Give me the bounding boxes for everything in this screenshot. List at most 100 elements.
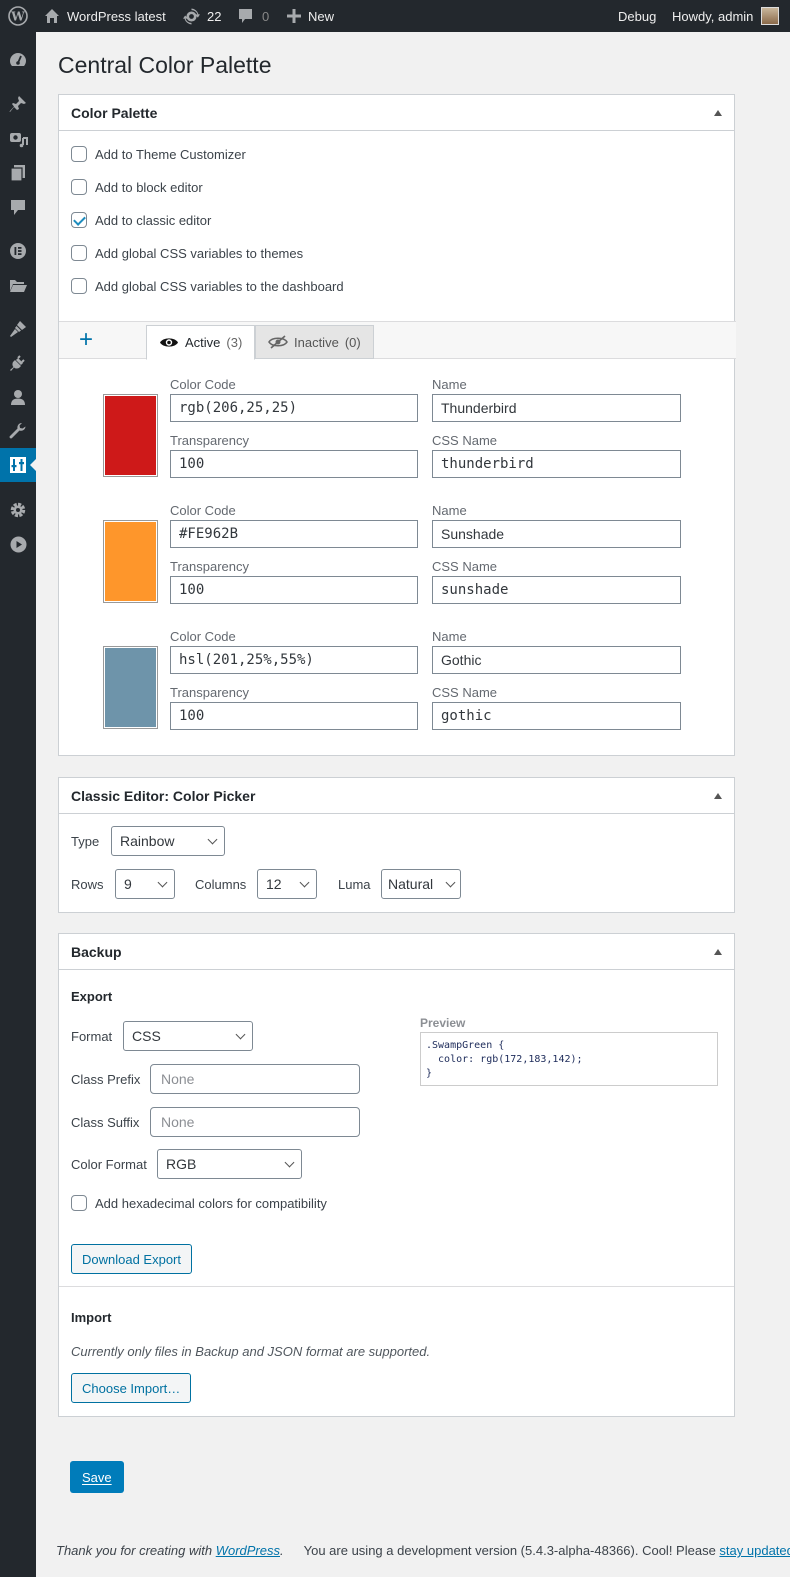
collapse-toggle-icon[interactable] [714, 109, 722, 116]
backup-box-header[interactable]: Backup [59, 934, 734, 970]
admin-bar: W WordPress latest 22 0 New Debug Howdy,… [0, 0, 790, 32]
export-heading: Export [71, 989, 113, 1004]
color-palette-box-title: Color Palette [71, 104, 158, 121]
folder-icon[interactable] [0, 268, 36, 302]
tools-icon[interactable] [0, 414, 36, 448]
type-label: Type [71, 834, 100, 849]
download-export-button[interactable]: Download Export [71, 1244, 192, 1274]
option-label: Add to Theme Customizer [95, 146, 246, 162]
option-css-vars-themes[interactable]: Add global CSS variables to themes [71, 245, 303, 261]
columns-value: 12 [266, 876, 282, 892]
media-icon[interactable] [0, 122, 36, 156]
backup-box: Backup Export Format CSS Class Prefix No… [58, 933, 735, 1417]
transparency-input[interactable]: 100 [170, 450, 418, 478]
columns-select[interactable]: 12 [257, 869, 317, 899]
color-code-input[interactable]: hsl(201,25%,55%) [170, 646, 418, 674]
preview-label: Preview [420, 1016, 466, 1030]
css-name-input[interactable]: sunshade [432, 576, 681, 604]
import-note: Currently only files in Backup and JSON … [71, 1344, 431, 1359]
option-theme-customizer[interactable]: Add to Theme Customizer [71, 146, 246, 162]
class-suffix-input[interactable]: None [150, 1107, 360, 1137]
site-name-link[interactable]: WordPress latest [44, 0, 166, 32]
color-code-input[interactable]: rgb(206,25,25) [170, 394, 418, 422]
comments-icon[interactable] [0, 190, 36, 224]
add-color-button[interactable]: + [79, 324, 93, 356]
color-picker-box-header[interactable]: Classic Editor: Color Picker [59, 778, 734, 814]
css-name-input[interactable]: thunderbird [432, 450, 681, 478]
color-palette-box-header[interactable]: Color Palette [59, 95, 734, 131]
transparency-input[interactable]: 100 [170, 576, 418, 604]
chevron-down-icon [207, 834, 218, 844]
stay-updated-link[interactable]: stay updated [719, 1543, 790, 1558]
name-input[interactable]: Sunshade [432, 520, 681, 548]
name-label: Name [432, 377, 467, 392]
hex-compat-checkbox[interactable] [71, 1195, 87, 1211]
color-picker-box-title: Classic Editor: Color Picker [71, 787, 256, 804]
luma-select[interactable]: Natural [381, 869, 461, 899]
transparency-label: Transparency [170, 433, 249, 448]
option-css-vars-dashboard[interactable]: Add global CSS variables to the dashboar… [71, 278, 344, 294]
elementor-icon[interactable] [0, 234, 36, 268]
updates-icon [183, 8, 200, 24]
settings-icon[interactable] [0, 493, 36, 527]
site-name: WordPress latest [67, 8, 166, 24]
svg-text:W: W [10, 10, 25, 24]
color-code-label: Color Code [170, 377, 236, 392]
pages-icon[interactable] [0, 156, 36, 190]
class-prefix-input[interactable]: None [150, 1064, 360, 1094]
import-heading: Import [71, 1310, 112, 1325]
rows-select[interactable]: 9 [115, 869, 175, 899]
eye-slash-icon [268, 335, 288, 349]
play-icon[interactable] [0, 527, 36, 561]
classic-editor-checkbox[interactable] [71, 212, 87, 228]
color-swatch[interactable] [103, 520, 158, 603]
color-code-label: Color Code [170, 629, 236, 644]
plus-icon [287, 9, 301, 23]
color-code-input[interactable]: #FE962B [170, 520, 418, 548]
color-palette-menu-item[interactable] [0, 448, 36, 482]
my-account-link[interactable]: Howdy, admin [672, 0, 780, 32]
users-icon[interactable] [0, 380, 36, 414]
plugins-icon[interactable] [0, 346, 36, 380]
block-editor-checkbox[interactable] [71, 179, 87, 195]
comments-link[interactable]: 0 [238, 0, 269, 32]
tab-inactive[interactable]: Inactive (0) [255, 325, 374, 359]
name-input[interactable]: Thunderbird [432, 394, 681, 422]
type-select[interactable]: Rainbow [111, 826, 225, 856]
name-label: Name [432, 629, 467, 644]
color-swatch[interactable] [103, 646, 158, 729]
new-content-link[interactable]: New [287, 0, 334, 32]
theme-customizer-checkbox[interactable] [71, 146, 87, 162]
css-name-input[interactable]: gothic [432, 702, 681, 730]
save-button[interactable]: Save [70, 1461, 124, 1493]
updates-count: 22 [207, 8, 222, 24]
comment-icon [239, 9, 252, 23]
wordpress-logo-icon[interactable]: W [8, 0, 28, 32]
appearance-icon[interactable] [0, 312, 36, 346]
name-label: Name [432, 503, 467, 518]
css-vars-themes-checkbox[interactable] [71, 245, 87, 261]
collapse-toggle-icon[interactable] [714, 792, 722, 799]
transparency-input[interactable]: 100 [170, 702, 418, 730]
updates-link[interactable]: 22 [183, 0, 221, 32]
hex-compat-option[interactable]: Add hexadecimal colors for compatibility [71, 1195, 327, 1211]
pin-icon[interactable] [0, 87, 36, 121]
tab-active[interactable]: Active (3) [146, 325, 256, 360]
css-name-label: CSS Name [432, 433, 498, 448]
css-vars-dashboard-checkbox[interactable] [71, 278, 87, 294]
collapse-toggle-icon[interactable] [714, 948, 722, 955]
option-classic-editor[interactable]: Add to classic editor [71, 212, 211, 228]
debug-link[interactable]: Debug [618, 0, 656, 32]
format-select[interactable]: CSS [123, 1021, 253, 1051]
choose-import-button[interactable]: Choose Import… [71, 1373, 192, 1403]
hex-compat-label: Add hexadecimal colors for compatibility [95, 1195, 327, 1211]
color-picker-box: Classic Editor: Color Picker Type Rainbo… [58, 777, 735, 913]
footer-version-text: You are using a development version (5.4… [303, 1543, 720, 1558]
name-input[interactable]: Gothic [432, 646, 681, 674]
color-format-select[interactable]: RGB [157, 1149, 302, 1179]
color-swatch[interactable] [103, 394, 158, 477]
columns-label: Columns [195, 877, 247, 892]
dashboard-icon[interactable] [0, 43, 36, 77]
wordpress-link[interactable]: WordPress [216, 1543, 280, 1558]
option-block-editor[interactable]: Add to block editor [71, 179, 203, 195]
